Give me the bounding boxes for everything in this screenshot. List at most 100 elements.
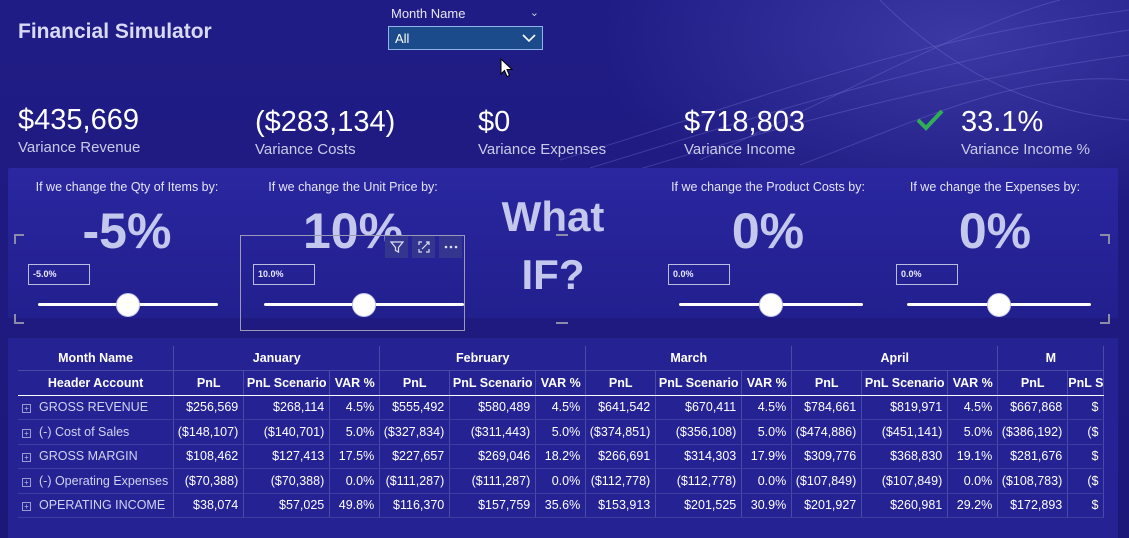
- more-options-icon[interactable]: [439, 236, 462, 258]
- kpi-value: $435,669: [18, 104, 139, 136]
- month-header[interactable]: February: [379, 346, 587, 371]
- resize-handle[interactable]: [1100, 314, 1110, 324]
- control-value: 0%: [731, 203, 805, 259]
- chevron-down-icon[interactable]: ⌄: [530, 6, 539, 26]
- resize-handle[interactable]: [1100, 234, 1110, 244]
- month-header[interactable]: January: [173, 346, 381, 371]
- expand-icon[interactable]: +: [22, 404, 31, 414]
- account-cell[interactable]: + GROSS REVENUE: [18, 395, 175, 420]
- value-cell: 4.5%: [741, 395, 793, 420]
- value-cell: $: [1067, 493, 1105, 518]
- column-header[interactable]: PnL S: [1067, 370, 1105, 396]
- column-header-row: Header Account PnL PnL Scenario VAR % Pn…: [18, 370, 1105, 396]
- value-cell: ($111,287): [379, 468, 451, 494]
- column-header[interactable]: PnL: [791, 370, 863, 396]
- column-header[interactable]: VAR %: [535, 370, 587, 396]
- column-header[interactable]: PnL Scenario: [655, 370, 743, 396]
- month-header[interactable]: M: [997, 346, 1105, 371]
- value-cell: ($107,849): [791, 468, 863, 494]
- value-cell: $670,411: [655, 395, 743, 420]
- qty-value-input[interactable]: -5.0%: [28, 264, 90, 285]
- expand-icon[interactable]: +: [22, 453, 31, 463]
- control-value: 0%: [958, 203, 1032, 259]
- what-if-line2: IF?: [521, 251, 585, 298]
- kpi-variance-income: $718,803 Variance Income: [684, 104, 805, 158]
- column-header[interactable]: PnL Scenario: [861, 370, 949, 396]
- expand-icon[interactable]: +: [22, 502, 31, 512]
- control-question: If we change the Expenses by:: [909, 180, 1081, 194]
- value-cell: ($148,107): [173, 419, 245, 445]
- account-label: OPERATING INCOME: [39, 498, 166, 513]
- slicer-label: Month Name: [391, 6, 466, 21]
- value-cell: $201,927: [791, 493, 863, 518]
- kpi-caption: Variance Income: [684, 141, 796, 158]
- value-cell: $314,303: [655, 444, 743, 469]
- account-header-label[interactable]: Header Account: [18, 370, 175, 396]
- focus-mode-icon[interactable]: [412, 236, 435, 258]
- column-header[interactable]: PnL: [173, 370, 245, 396]
- table-row: + (-) Operating Expenses ($70,388) ($70,388…: [18, 468, 1105, 494]
- value-cell: $266,691: [585, 444, 657, 469]
- value-cell: $368,830: [861, 444, 949, 469]
- column-header[interactable]: PnL: [997, 370, 1069, 396]
- kpi-variance-costs: ($283,134) Variance Costs: [255, 104, 395, 158]
- value-cell: $281,676: [997, 444, 1069, 469]
- expand-icon[interactable]: +: [22, 477, 31, 487]
- value-cell: $38,074: [173, 493, 245, 518]
- pnl-matrix-table: Month Name January February March April …: [18, 346, 1105, 518]
- column-header[interactable]: VAR %: [329, 370, 381, 396]
- control-value: -5%: [82, 203, 172, 259]
- value-cell: 5.0%: [947, 419, 999, 445]
- value-cell: ($107,849): [861, 468, 949, 494]
- resize-handle[interactable]: [14, 234, 24, 244]
- value-cell: $: [1067, 444, 1105, 469]
- account-cell[interactable]: + GROSS MARGIN: [18, 444, 175, 469]
- resize-handle[interactable]: [14, 314, 24, 324]
- visual-header-toolbar: [385, 236, 462, 258]
- value-cell: $116,370: [379, 493, 451, 518]
- value-cell: 0.0%: [741, 468, 793, 494]
- value-cell: $256,569: [173, 395, 245, 420]
- value-cell: $819,971: [861, 395, 949, 420]
- mouse-cursor-icon: [500, 58, 513, 78]
- month-header[interactable]: April: [791, 346, 999, 371]
- value-cell: ($356,108): [655, 419, 743, 445]
- value-cell: ($112,778): [585, 468, 657, 494]
- column-header[interactable]: PnL: [585, 370, 657, 396]
- kpi-value: 33.1%: [961, 106, 1044, 138]
- value-cell: $127,413: [243, 444, 331, 469]
- qty-slider-thumb[interactable]: [116, 293, 140, 317]
- filter-icon[interactable]: [385, 236, 408, 258]
- value-cell: ($386,192): [997, 419, 1069, 445]
- resize-handle[interactable]: [556, 320, 568, 324]
- value-cell: ($474,886): [791, 419, 863, 445]
- column-header[interactable]: PnL Scenario: [243, 370, 331, 396]
- expand-icon[interactable]: +: [22, 428, 31, 438]
- account-cell[interactable]: + (-) Operating Expenses: [18, 468, 175, 494]
- expenses-slider-thumb[interactable]: [987, 293, 1011, 317]
- value-cell: ($111,287): [449, 468, 537, 494]
- month-name-slicer[interactable]: Month Name ⌄ All: [388, 4, 543, 50]
- account-cell[interactable]: + (-) Cost of Sales: [18, 419, 175, 445]
- value-cell: ($112,778): [655, 468, 743, 494]
- month-header[interactable]: March: [585, 346, 793, 371]
- month-dropdown[interactable]: All: [388, 26, 543, 50]
- value-cell: $268,114: [243, 395, 331, 420]
- value-cell: 0.0%: [329, 468, 381, 494]
- column-header[interactable]: PnL: [379, 370, 451, 396]
- product-costs-value-input[interactable]: 0.0%: [668, 264, 730, 285]
- column-header[interactable]: PnL Scenario: [449, 370, 537, 396]
- expenses-value-input[interactable]: 0.0%: [896, 264, 958, 285]
- resize-handle[interactable]: [556, 234, 568, 244]
- column-header[interactable]: VAR %: [741, 370, 793, 396]
- value-cell: ($140,701): [243, 419, 331, 445]
- check-icon: [916, 109, 944, 131]
- value-cell: $309,776: [791, 444, 863, 469]
- value-cell: 19.1%: [947, 444, 999, 469]
- value-cell: $260,981: [861, 493, 949, 518]
- value-cell: ($70,388): [243, 468, 331, 494]
- dropdown-value: All: [395, 30, 410, 46]
- product-costs-slider-thumb[interactable]: [759, 293, 783, 317]
- account-cell[interactable]: + OPERATING INCOME: [18, 493, 175, 518]
- column-header[interactable]: VAR %: [947, 370, 999, 396]
